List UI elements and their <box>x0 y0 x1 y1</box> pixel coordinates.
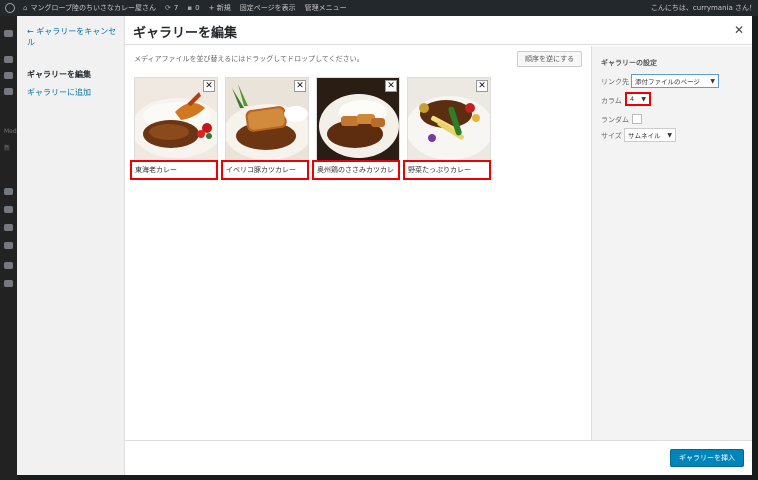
updates-icon: ⟳ <box>165 4 171 12</box>
random-label: ランダム <box>601 116 629 124</box>
users-icon[interactable] <box>4 224 13 231</box>
chevron-down-icon: ▼ <box>667 131 672 139</box>
menu-item-edit-gallery[interactable]: ギャラリーを編集 <box>27 69 91 80</box>
new-content-link[interactable]: + 新規 <box>209 3 231 13</box>
view-page-link[interactable]: 固定ページを表示 <box>240 3 296 13</box>
caption-input[interactable]: イベリコ豚カツカレー <box>221 160 309 180</box>
menu-text: 新 <box>4 145 11 152</box>
admin-side-menu: Media 新 <box>0 16 22 480</box>
collapse-icon[interactable] <box>4 280 13 287</box>
dashboard-icon[interactable] <box>4 30 13 37</box>
media-menu: ← ギャラリーをキャンセル ギャラリーを編集 ギャラリーに追加 <box>17 16 125 475</box>
plugins-icon[interactable] <box>4 206 13 213</box>
size-select[interactable]: サムネイル ▼ <box>624 128 676 142</box>
remove-item-icon[interactable]: ✕ <box>476 80 488 92</box>
chicken-cutlet-curry-image: ✕ <box>316 77 400 161</box>
instructions-text: メディアファイルを並び替えるにはドラッグしてドロップしてください。 <box>134 55 364 63</box>
media-icon[interactable] <box>4 88 13 95</box>
gallery-content: メディアファイルを並び替えるにはドラッグしてドロップしてください。 順序を逆にす… <box>125 46 591 440</box>
admin-menu-link[interactable]: 管理メニュー <box>305 3 347 13</box>
link-icon[interactable] <box>4 72 13 79</box>
remove-item-icon[interactable]: ✕ <box>203 80 215 92</box>
gallery-item[interactable]: ✕ 東海老カレー <box>130 77 218 180</box>
comments-link[interactable]: ▪ 0 <box>187 4 199 12</box>
pin-icon[interactable] <box>4 56 13 63</box>
wordpress-logo-icon[interactable] <box>5 3 15 13</box>
columns-label: カラム <box>601 97 622 105</box>
gallery-item[interactable]: ✕ イベリコ豚カツカレー <box>221 77 309 180</box>
remove-item-icon[interactable]: ✕ <box>294 80 306 92</box>
account-link[interactable]: こんにちは、currymania さん！ <box>651 3 756 13</box>
comment-icon: ▪ <box>187 4 193 12</box>
updates-link[interactable]: ⟳ 7 <box>165 4 178 12</box>
menu-item-add-to-gallery[interactable]: ギャラリーに追加 <box>27 87 91 98</box>
home-icon: ⌂ <box>23 4 28 12</box>
insert-gallery-button[interactable]: ギャラリーを挿入 <box>670 449 744 467</box>
cancel-gallery-link[interactable]: ← ギャラリーをキャンセル <box>27 26 117 48</box>
caption-input[interactable]: 奥州鶏のささみカツカレ <box>312 160 400 180</box>
admin-bar: ⌂ マングローブ陸のちいさなカレー屋さん ⟳ 7 ▪ 0 + 新規 固定ページを表示 … <box>0 0 758 16</box>
gallery-settings-panel: ギャラリーの設定 リンク先 添付ファイルのページ ▼ カラム 4 ▼ ランダム … <box>591 46 752 440</box>
pork-cutlet-curry-image: ✕ <box>225 77 309 161</box>
link-to-select[interactable]: 添付ファイルのページ ▼ <box>631 74 719 88</box>
caption-input[interactable]: 野菜たっぷりカレー <box>403 160 491 180</box>
vegetable-curry-image: ✕ <box>407 77 491 161</box>
gallery-item[interactable]: ✕ 奥州鶏のささみカツカレ <box>312 77 400 180</box>
columns-select[interactable]: 4 ▼ <box>625 92 651 106</box>
link-to-label: リンク先 <box>601 78 629 86</box>
random-checkbox[interactable] <box>632 114 642 124</box>
appearance-icon[interactable] <box>4 188 13 195</box>
reverse-order-button[interactable]: 順序を逆にする <box>517 51 583 67</box>
caption-input[interactable]: 東海老カレー <box>130 160 218 180</box>
chevron-down-icon: ▼ <box>710 77 715 85</box>
chevron-down-icon: ▼ <box>641 95 646 103</box>
tools-icon[interactable] <box>4 242 13 249</box>
gallery-item[interactable]: ✕ 野菜たっぷりカレー <box>403 77 491 180</box>
modal-toolbar: ギャラリーを挿入 <box>125 440 752 475</box>
modal-title-bar: ギャラリーを編集 ✕ <box>125 16 752 45</box>
site-name-link[interactable]: ⌂ マングローブ陸のちいさなカレー屋さん <box>23 3 156 13</box>
settings-heading: ギャラリーの設定 <box>601 59 657 67</box>
close-icon[interactable]: ✕ <box>734 23 744 37</box>
shrimp-curry-image: ✕ <box>134 77 218 161</box>
settings-icon[interactable] <box>4 262 13 269</box>
size-label: サイズ <box>601 132 622 140</box>
modal-title: ギャラリーを編集 <box>133 26 238 41</box>
media-modal: ← ギャラリーをキャンセル ギャラリーを編集 ギャラリーに追加 ギャラリーを編集… <box>17 16 752 475</box>
remove-item-icon[interactable]: ✕ <box>385 80 397 92</box>
